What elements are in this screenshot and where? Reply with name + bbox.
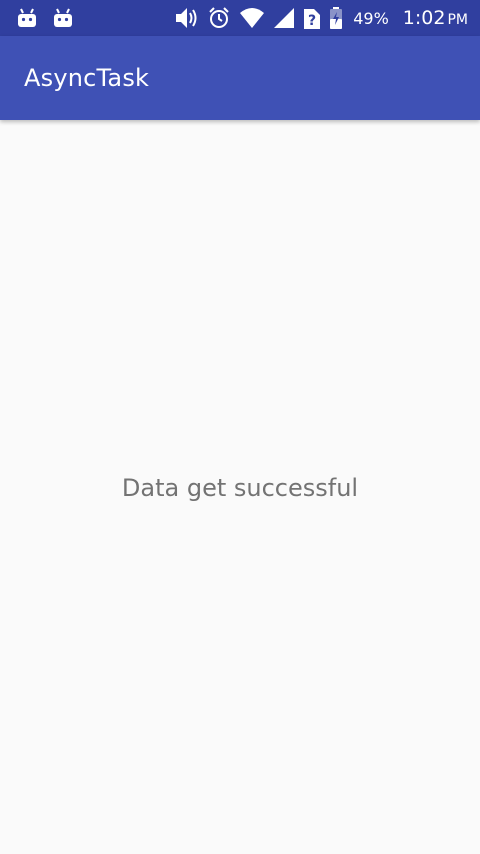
- no-sim-icon: ?: [303, 6, 321, 30]
- system-icons: ? 49% 1:02 PM: [173, 5, 468, 31]
- notification-icons: [16, 8, 74, 28]
- android-icon: [52, 8, 74, 28]
- clock-time: 1:02: [402, 7, 446, 29]
- main-content: Data get successful: [0, 120, 480, 854]
- clock-ampm: PM: [447, 12, 468, 28]
- battery-icon: [329, 6, 343, 30]
- status-message: Data get successful: [121, 474, 359, 502]
- android-icon: [16, 8, 38, 28]
- alarm-icon: [207, 6, 231, 30]
- status-clock: 1:02 PM: [403, 7, 468, 29]
- app-bar: AsyncTask: [0, 36, 480, 120]
- volume-icon: [173, 5, 199, 31]
- app-title: AsyncTask: [24, 64, 150, 92]
- cell-signal-icon: [273, 7, 295, 29]
- screen: ? 49% 1:02 PM AsyncTask Data get successf…: [0, 0, 480, 854]
- battery-percent: 49%: [353, 8, 389, 28]
- status-bar: ? 49% 1:02 PM: [0, 0, 480, 36]
- wifi-icon: [239, 7, 265, 29]
- svg-text:?: ?: [308, 13, 316, 29]
